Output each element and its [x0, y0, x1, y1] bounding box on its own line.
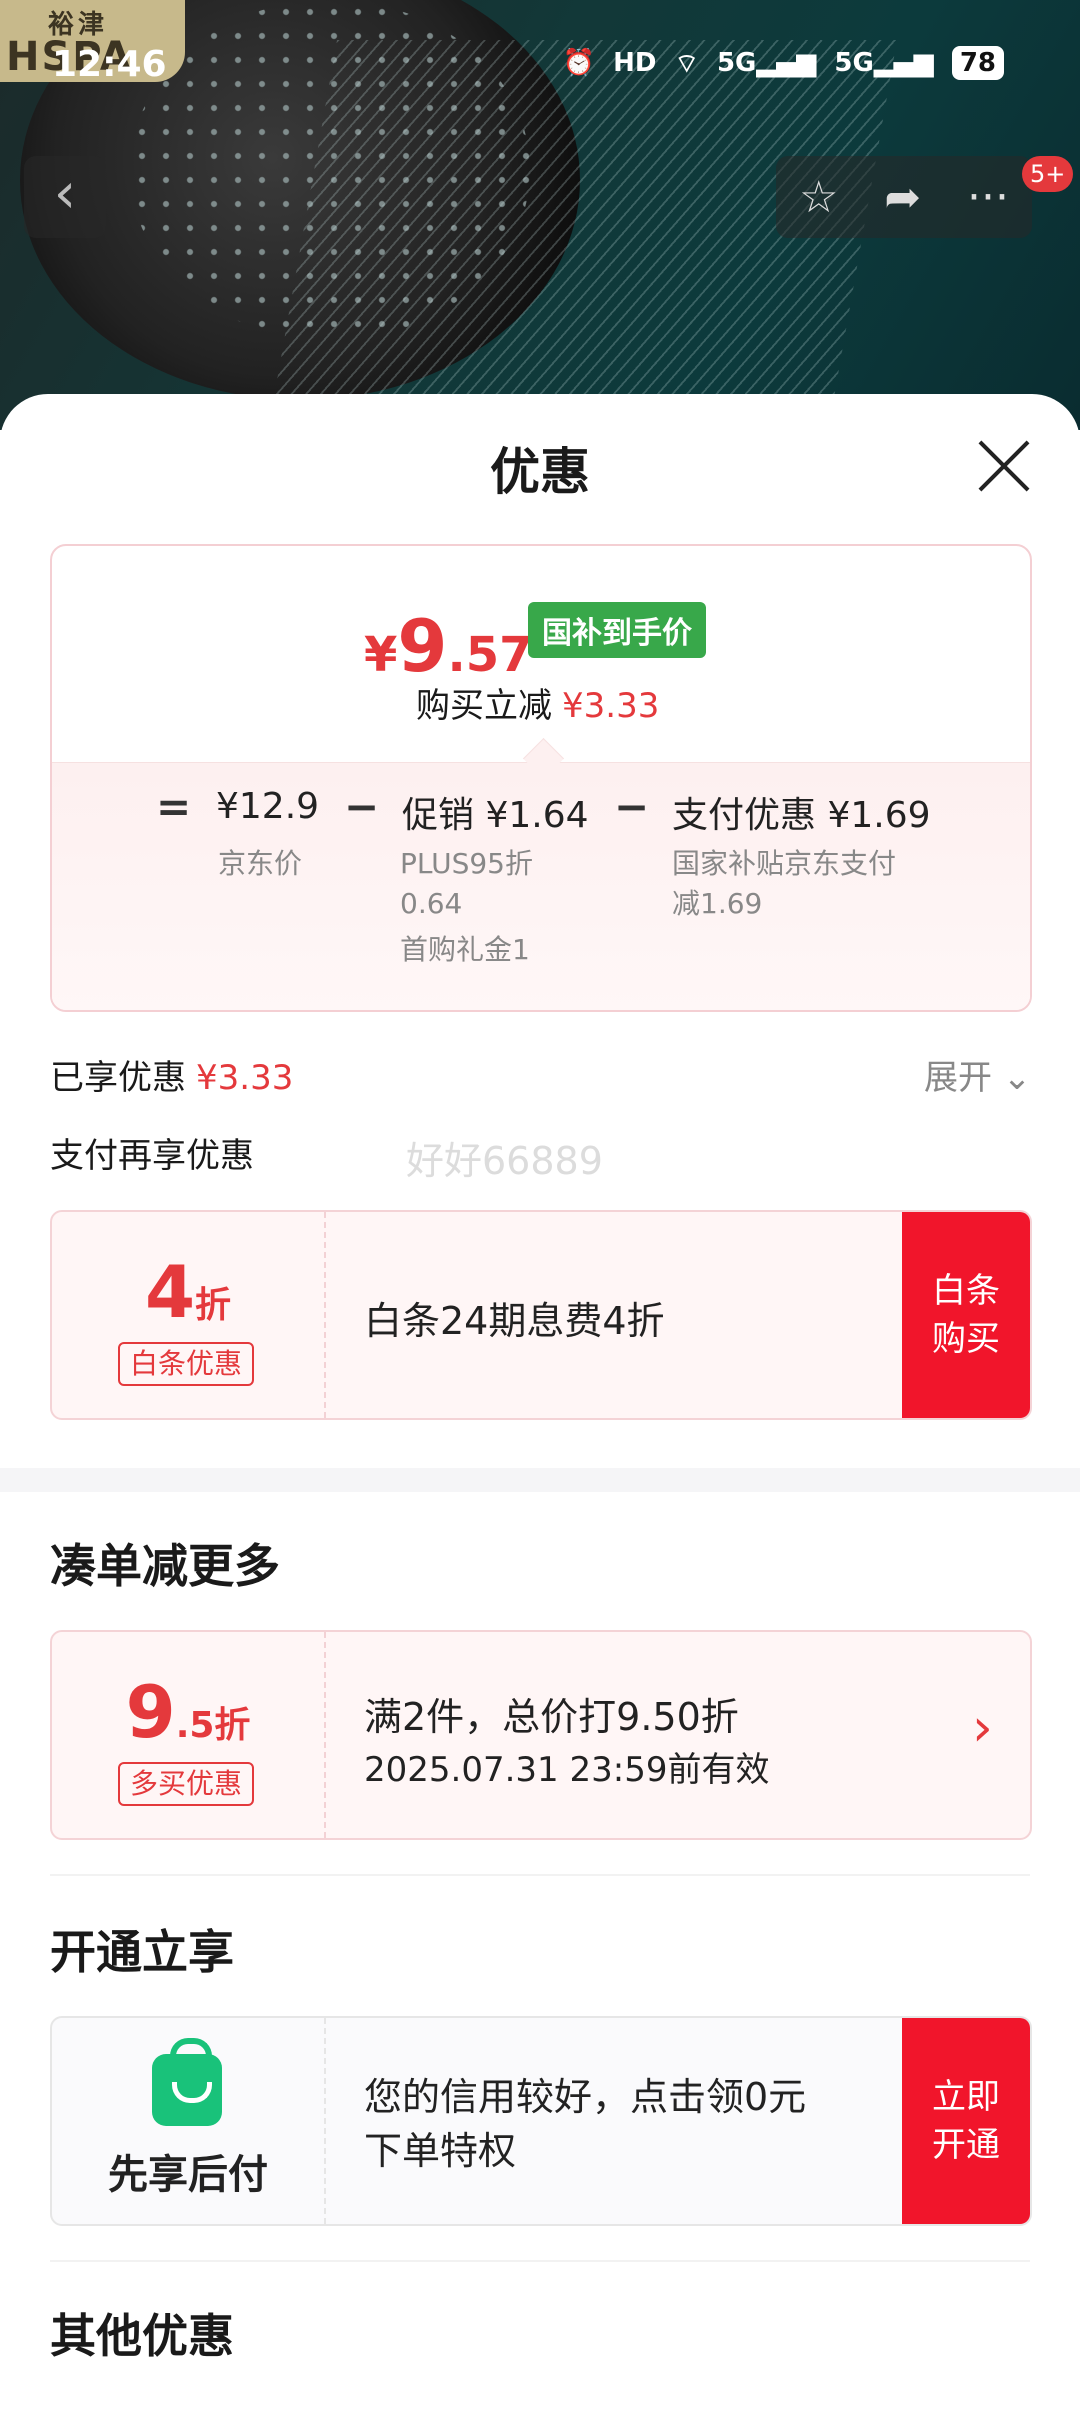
promo-detail-2: 0.64: [400, 887, 463, 920]
watermark: 好好66889: [406, 1139, 603, 1183]
pay-later-description-2: 下单特权: [364, 2129, 517, 2173]
payment-discount-value: 支付优惠 ¥1.69: [672, 795, 931, 836]
baitiao-buy-button[interactable]: 白条 购买: [902, 1212, 1030, 1418]
discount-value: 9.5折: [125, 1670, 251, 1754]
coupon-validity: 2025.07.31 23:59前有效: [364, 1750, 770, 1790]
jd-price-value: ¥12.9: [216, 786, 320, 827]
pay-later-card[interactable]: 先享后付 您的信用较好，点击领0元 下单特权 立即 开通: [50, 2016, 1032, 2226]
jd-price-label: 京东价: [218, 847, 303, 880]
share-icon[interactable]: ➦: [884, 172, 921, 223]
back-button[interactable]: ‹: [24, 156, 106, 238]
payment-discount-detail-2: 减1.69: [672, 887, 763, 920]
star-icon[interactable]: ☆: [799, 172, 838, 223]
section-title-other: 其他优惠: [50, 2309, 234, 2363]
promo-detail-1: PLUS95折: [400, 847, 533, 880]
chevron-left-icon: ‹: [53, 161, 77, 226]
coupon-description: 满2件，总价打9.50折: [364, 1695, 739, 1739]
sheet-title: 优惠: [490, 443, 590, 501]
subsidy-price-tag: 国补到手价: [528, 602, 706, 658]
shopping-bag-icon: [152, 2038, 222, 2126]
wifi-icon: ⌔: [674, 48, 699, 79]
baitiao-coupon[interactable]: 4折 白条优惠 白条24期息费4折 白条 购买: [50, 1210, 1032, 1420]
top-action-bar: ☆ ➦ ···: [776, 156, 1032, 238]
pay-more-label: 支付再享优惠: [50, 1136, 254, 1176]
coupon-description: 白条24期息费4折: [364, 1299, 665, 1343]
status-bar: 12:46 ⏰ HD ⌔ 5G▂▄▆ 5G▂▄▆ 78: [0, 0, 1080, 140]
status-time: 12:46: [52, 44, 167, 85]
final-price: ¥9.57: [364, 604, 533, 688]
coupon-type-label: 白条优惠: [118, 1342, 255, 1386]
discount-value: 4折: [144, 1250, 232, 1334]
section-title-open: 开通立享: [50, 1925, 234, 1979]
pay-later-description-1: 您的信用较好，点击领0元: [364, 2075, 807, 2119]
section-divider: [0, 1468, 1080, 1492]
hd-icon: HD: [613, 48, 657, 78]
payment-discount-detail-1: 国家补贴京东支付: [672, 847, 897, 880]
close-icon[interactable]: [976, 438, 1032, 494]
pay-later-name: 先享后付: [108, 2152, 268, 2198]
multi-buy-coupon[interactable]: 9.5折 多买优惠 满2件，总价打9.50折 2025.07.31 23:59前…: [50, 1630, 1032, 1840]
signal-icon-1: 5G▂▄▆: [716, 48, 817, 78]
minus-sign: −: [614, 782, 650, 831]
enjoyed-discount: 已享优惠 ¥3.33: [50, 1058, 294, 1098]
instant-reduction: 购买立减 ¥3.33: [416, 686, 660, 726]
battery-icon: 78: [951, 46, 1004, 80]
price-summary-card: ¥9.57 国补到手价 购买立减 ¥3.33 = ¥12.9 京东价 − 促销 ¥…: [50, 544, 1032, 1012]
promo-detail-3: 首购礼金1: [400, 933, 530, 966]
coupon-type-label: 多买优惠: [118, 1762, 255, 1806]
activate-button[interactable]: 立即 开通: [902, 2018, 1030, 2224]
chevron-right-icon[interactable]: ›: [972, 1698, 993, 1758]
more-icon[interactable]: ···: [967, 172, 1009, 223]
equals-sign: =: [156, 782, 192, 831]
minus-sign: −: [344, 782, 380, 831]
section-title-more: 凑单减更多: [50, 1539, 280, 1593]
discount-sheet: 优惠 ¥9.57 国补到手价 购买立减 ¥3.33 = ¥12.9 京东价 − 促…: [0, 394, 1080, 2412]
signal-icon-2: 5G▂▄▆: [834, 48, 934, 78]
alarm-icon: ⏰: [562, 48, 596, 78]
promo-value: 促销 ¥1.64: [402, 795, 589, 836]
expand-button[interactable]: 展开 ⌄: [924, 1050, 1031, 1099]
message-count-badge: 5+: [1022, 156, 1074, 192]
